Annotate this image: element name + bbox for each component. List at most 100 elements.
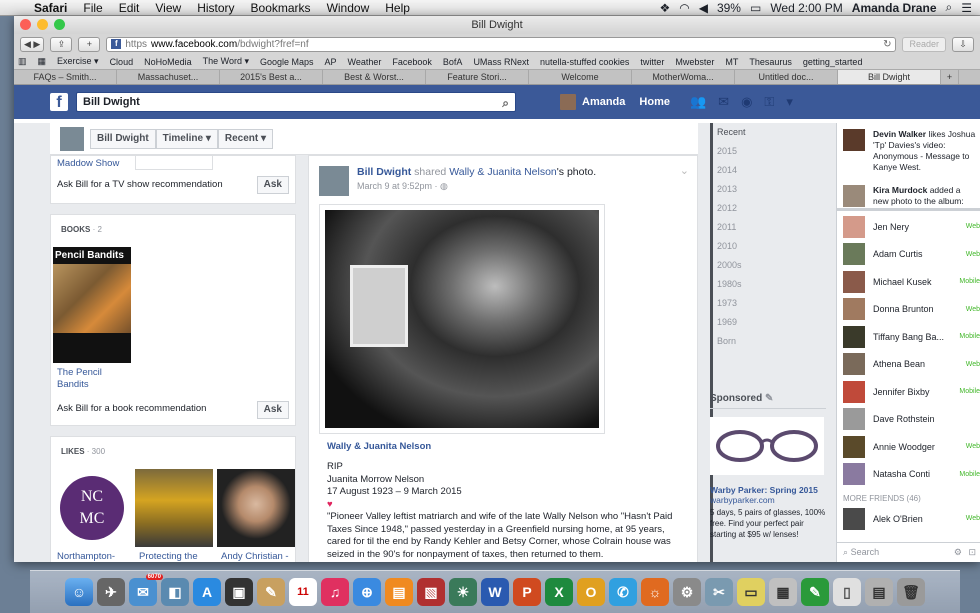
launchpad-icon[interactable]: ✈: [97, 578, 125, 606]
reload-icon[interactable]: ↻: [883, 39, 891, 50]
system-prefs-icon[interactable]: ⚙: [673, 578, 701, 606]
recent-dropdown[interactable]: Recent ▾: [217, 128, 274, 149]
word-icon[interactable]: W: [481, 578, 509, 606]
like-thumb-bus[interactable]: [135, 469, 213, 547]
bookmark-ap[interactable]: AP: [325, 57, 337, 67]
menu-history[interactable]: History: [189, 1, 242, 15]
bookmark-umass[interactable]: UMass RNext: [473, 57, 529, 67]
search-icon[interactable]: ⌕: [502, 94, 509, 112]
archive-icon[interactable]: ▦: [769, 578, 797, 606]
timeline-2014[interactable]: 2014: [713, 161, 810, 180]
bookmark-google-maps[interactable]: Google Maps: [260, 57, 314, 67]
evernote-icon[interactable]: ✎: [801, 578, 829, 606]
tv-show-link[interactable]: Maddow Show: [57, 158, 119, 169]
stickies-icon[interactable]: ▭: [737, 578, 765, 606]
tab-welcome[interactable]: Welcome: [529, 70, 632, 84]
bookmark-mwebster[interactable]: Mwebster: [675, 57, 714, 67]
bookmark-thesaurus[interactable]: Thesaurus: [749, 57, 792, 67]
menu-window[interactable]: Window: [319, 1, 378, 15]
facebook-logo-icon[interactable]: f: [50, 93, 68, 111]
preview-icon[interactable]: ◧: [161, 578, 189, 606]
timeline-2000s[interactable]: 2000s: [713, 256, 810, 275]
bookmark-the-word[interactable]: The Word ▾: [203, 56, 249, 67]
avatar[interactable]: [560, 94, 576, 110]
tab-best-worst[interactable]: Best & Worst...: [323, 70, 426, 84]
like-andy-christian[interactable]: Andy Christian -: [221, 551, 289, 562]
ticker-item[interactable]: Kira Murdock added a new photo to the al…: [837, 183, 980, 211]
post-options-chevron-icon[interactable]: ⌄: [680, 164, 689, 177]
tab-best[interactable]: 2015's Best a...: [220, 70, 323, 84]
excel-icon[interactable]: X: [545, 578, 573, 606]
bookmark-mt[interactable]: MT: [725, 57, 738, 67]
timeline-2011[interactable]: 2011: [713, 218, 810, 237]
menu-edit[interactable]: Edit: [111, 1, 148, 15]
tab-untitled-doc[interactable]: Untitled doc...: [735, 70, 838, 84]
post-author-avatar[interactable]: [319, 166, 349, 196]
bookmark-exercise[interactable]: Exercise ▾: [57, 56, 99, 67]
wifi-icon[interactable]: ◠: [679, 1, 689, 15]
menu-app[interactable]: Safari: [26, 1, 75, 15]
books-title-link[interactable]: BOOKS: [61, 225, 90, 234]
post-timestamp[interactable]: March 9 at 9:52pm · ◍: [357, 181, 448, 192]
fb-user-link[interactable]: Amanda: [582, 96, 625, 108]
menu-bookmarks[interactable]: Bookmarks: [243, 1, 319, 15]
battery-icon[interactable]: ▭: [750, 1, 761, 15]
back-forward-button[interactable]: ◀ ▶: [20, 36, 45, 52]
timeline-1980s[interactable]: 1980s: [713, 275, 810, 294]
minimize-icon[interactable]: [37, 19, 48, 30]
document-icon[interactable]: ▯: [833, 578, 861, 606]
timeline-2015[interactable]: 2015: [713, 142, 810, 161]
photo-booth-icon[interactable]: ✉ 6070: [129, 574, 163, 606]
tab-bill-dwight[interactable]: Bill Dwight: [838, 70, 941, 84]
safari-icon[interactable]: ⊕: [353, 578, 381, 606]
bookmark-cloud[interactable]: Cloud: [110, 57, 134, 67]
iphoto-icon[interactable]: ☀: [449, 578, 477, 606]
tab-motherwoman[interactable]: MotherWoma...: [632, 70, 735, 84]
app-store-icon[interactable]: A: [193, 578, 221, 606]
chat-settings-icon[interactable]: ⚙: [954, 543, 962, 562]
notifications-icon[interactable]: ◉: [741, 94, 752, 110]
tab-massachusetts[interactable]: Massachuset...: [117, 70, 220, 84]
bookmark-facebook[interactable]: Facebook: [392, 57, 432, 67]
timeline-1973[interactable]: 1973: [713, 294, 810, 313]
chat-friend[interactable]: Alek O'Brien Web: [837, 505, 980, 533]
volume-icon[interactable]: ◀: [699, 1, 708, 15]
book-title-link[interactable]: The Pencil Bandits: [57, 367, 117, 391]
tab-feature-stories[interactable]: Feature Stori...: [426, 70, 529, 84]
downloads-button[interactable]: ⇩: [952, 36, 974, 52]
messages-icon[interactable]: ✆: [609, 578, 637, 606]
ibooks-icon[interactable]: ▤: [385, 578, 413, 606]
ticker-item[interactable]: Devin Walker likes Joshua 'Tp' Davies's …: [837, 123, 980, 183]
facebook-search-input[interactable]: Bill Dwight ⌕: [76, 92, 516, 112]
user-name[interactable]: Amanda Drane: [852, 1, 937, 15]
friend-requests-icon[interactable]: 👥: [690, 94, 706, 110]
timeline-2013[interactable]: 2013: [713, 180, 810, 199]
itunes-icon[interactable]: ♫: [321, 578, 349, 606]
post-target-link[interactable]: Wally & Juanita Nelson: [449, 166, 557, 178]
address-bar[interactable]: f https www.facebook.com/bdwight?fref=nf…: [106, 36, 897, 52]
menu-file[interactable]: File: [75, 1, 110, 15]
profile-name-button[interactable]: Bill Dwight: [90, 128, 156, 149]
chat-search-input[interactable]: ⌕ Search ⚙ ⊡: [837, 542, 980, 562]
chat-friend[interactable]: Michael Kusek Mobile: [837, 268, 980, 296]
privacy-shortcuts-icon[interactable]: ⚿: [764, 94, 774, 110]
post-author-link[interactable]: Bill Dwight: [357, 166, 411, 178]
menu-help[interactable]: Help: [377, 1, 418, 15]
dropbox-icon[interactable]: ❖: [659, 1, 670, 15]
powerpoint-icon[interactable]: P: [513, 578, 541, 606]
zoom-icon[interactable]: [54, 19, 65, 30]
notes-icon[interactable]: ✎: [257, 578, 285, 606]
utility-icon[interactable]: ✂: [705, 578, 733, 606]
ad-image[interactable]: [710, 417, 824, 475]
photos-icon[interactable]: ▧: [417, 578, 445, 606]
like-northampton[interactable]: Northampton-: [57, 551, 115, 562]
menu-view[interactable]: View: [147, 1, 189, 15]
ask-tv-button[interactable]: Ask: [256, 176, 289, 194]
chat-friend[interactable]: Natasha Conti Mobile: [837, 461, 980, 489]
close-icon[interactable]: [20, 19, 31, 30]
ask-book-button[interactable]: Ask: [256, 401, 289, 419]
like-thumb-andy[interactable]: [217, 469, 295, 547]
book-cover[interactable]: Pencil Bandits: [53, 247, 131, 363]
calendar-icon[interactable]: 11: [289, 578, 317, 606]
chat-friend[interactable]: Athena Bean Web: [837, 351, 980, 379]
